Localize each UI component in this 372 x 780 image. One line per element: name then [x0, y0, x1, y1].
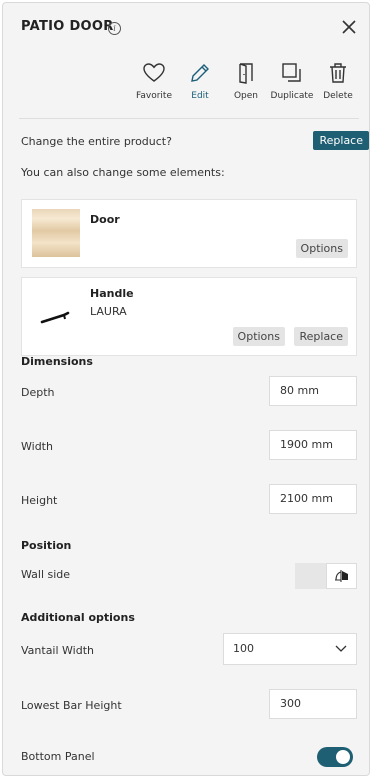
lowest-bar-height-input[interactable]: 300	[269, 689, 357, 719]
handle-options-button[interactable]: Options	[232, 327, 285, 346]
delete-label: Delete	[323, 91, 353, 101]
height-label: Height	[21, 494, 58, 507]
delete-button[interactable]: Delete	[315, 61, 361, 101]
trash-icon	[330, 63, 346, 83]
wall-side-label: Wall side	[21, 568, 71, 581]
duplicate-button[interactable]: Duplicate	[269, 61, 315, 101]
wall-side-toggle	[295, 563, 357, 589]
favorite-button[interactable]: Favorite	[131, 61, 177, 101]
door-swing-icon	[334, 570, 348, 582]
element-model: LAURA	[90, 305, 127, 318]
panel-header: PATIO DOOR i	[3, 3, 369, 55]
duplicate-label: Duplicate	[270, 91, 314, 101]
edit-button[interactable]: Edit	[177, 61, 223, 101]
height-input[interactable]: 2100 mm	[269, 484, 357, 514]
vantail-width-select[interactable]: 100	[223, 633, 357, 665]
duplicate-icon	[282, 63, 301, 82]
bottom-panel-label: Bottom Panel	[21, 750, 95, 763]
width-label: Width	[21, 440, 53, 453]
width-input[interactable]: 1900 mm	[269, 430, 357, 460]
change-product-text: Change the entire product?	[21, 135, 172, 148]
element-name: Handle	[90, 287, 134, 300]
info-icon[interactable]: i	[108, 22, 121, 35]
dimensions-heading: Dimensions	[21, 355, 93, 368]
open-label: Open	[233, 91, 259, 101]
depth-label: Depth	[21, 386, 55, 399]
door-options-button[interactable]: Options	[295, 239, 348, 258]
handle-thumbnail	[40, 311, 70, 324]
product-panel: PATIO DOOR i Favorite Edit Open Duplicat…	[2, 2, 370, 776]
heart-icon	[143, 63, 165, 82]
action-toolbar: Favorite Edit Open Duplicate Delete	[131, 61, 361, 101]
divider	[19, 118, 359, 119]
edit-label: Edit	[191, 91, 209, 101]
element-name: Door	[90, 213, 120, 226]
vantail-width-label: Vantail Width	[21, 644, 95, 657]
favorite-label: Favorite	[136, 91, 172, 101]
toggle-knob	[336, 750, 350, 764]
element-card-handle[interactable]: Handle LAURA Options Replace	[21, 277, 357, 356]
depth-input[interactable]: 80 mm	[269, 376, 357, 406]
vantail-width-value: 100	[233, 642, 254, 655]
handle-replace-button[interactable]: Replace	[294, 327, 348, 346]
element-card-door[interactable]: Door Options	[21, 199, 357, 268]
chevron-down-icon	[335, 645, 347, 652]
wall-side-right-option[interactable]	[326, 563, 357, 589]
door-open-icon	[239, 63, 253, 84]
change-elements-text: You can also change some elements:	[21, 166, 225, 179]
pencil-icon	[191, 64, 209, 82]
close-icon[interactable]	[339, 17, 359, 37]
open-button[interactable]: Open	[223, 61, 269, 101]
wall-side-left-option[interactable]	[295, 563, 326, 589]
replace-product-button[interactable]: Replace	[313, 131, 369, 150]
lowest-bar-height-label: Lowest Bar Height	[21, 699, 122, 712]
position-heading: Position	[21, 539, 72, 552]
door-thumbnail	[32, 209, 80, 257]
additional-options-heading: Additional options	[21, 611, 135, 624]
page-title: PATIO DOOR	[21, 19, 114, 34]
bottom-panel-toggle[interactable]	[317, 747, 353, 767]
